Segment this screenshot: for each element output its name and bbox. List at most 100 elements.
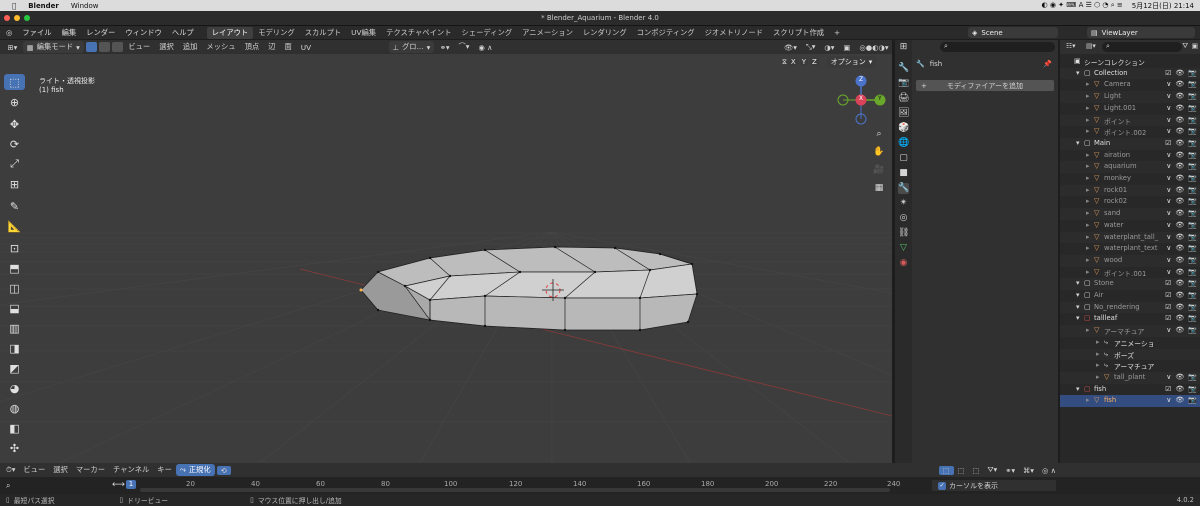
disclosure-triangle-icon[interactable]: ▾: [1076, 279, 1080, 287]
snap-icon[interactable]: ⌘▾: [1019, 466, 1038, 475]
axis-y-toggle[interactable]: Y: [799, 58, 808, 66]
outliner-item-row[interactable]: ▣ シーンコレクション: [1060, 56, 1200, 68]
proportional-icon[interactable]: ◎ ∧: [1038, 466, 1060, 475]
add-workspace-button[interactable]: +: [829, 27, 845, 38]
menu-view[interactable]: ビュー: [125, 42, 154, 52]
tab-shading[interactable]: シェーディング: [457, 27, 518, 39]
tab-layout[interactable]: レイアウト: [206, 26, 254, 39]
tool-tab-icon[interactable]: 🔧: [898, 63, 909, 74]
filter-icon[interactable]: ⛛: [1182, 42, 1188, 51]
disclosure-triangle-icon[interactable]: ▸: [1086, 233, 1090, 241]
timeline-scrollbar[interactable]: [140, 488, 890, 492]
render-tab-icon[interactable]: 📷: [898, 78, 909, 89]
xray-icon[interactable]: ▣: [840, 43, 854, 52]
axis-x-toggle[interactable]: X: [788, 58, 798, 66]
camera-icon[interactable]: 📷: [1188, 244, 1197, 252]
properties-search[interactable]: ⌕: [940, 42, 1055, 52]
cursor-tool[interactable]: ⊕: [4, 94, 25, 110]
outliner-item-row[interactable]: ▸ ▽ ポイント.002 ∨ 👁 📷: [1060, 126, 1200, 138]
camera-icon[interactable]: 📷: [1188, 80, 1197, 88]
filter-funnel-icon[interactable]: ⛛▾: [983, 465, 1001, 475]
disclosure-triangle-icon[interactable]: ▸: [1086, 80, 1090, 88]
gizmo-toggle-icon[interactable]: ⤡▾: [802, 42, 819, 52]
outliner-item-row[interactable]: ▸ ▽ wood ∨ 👁 📷: [1060, 254, 1200, 267]
disclosure-triangle-icon[interactable]: ▸: [1086, 104, 1090, 112]
menu-select[interactable]: 選択: [49, 465, 72, 475]
outliner-collection-row[interactable]: ▾ ▢ Collection ☑ 👁 📷: [1060, 67, 1200, 80]
camera-icon[interactable]: 📷: [1188, 233, 1197, 241]
camera-icon[interactable]: 📷: [1188, 291, 1197, 299]
outliner-collection-row[interactable]: ▾ ▢ fish ☑ 👁 📷: [1060, 384, 1200, 396]
eye-icon[interactable]: 👁: [1175, 139, 1184, 147]
menu-file[interactable]: ファイル: [17, 28, 56, 38]
outliner-item-row[interactable]: ▸ ▽ fish ∨ 👁 📷: [1060, 395, 1200, 407]
filter-icon[interactable]: ∨: [1166, 244, 1171, 252]
exclude-checkbox-icon[interactable]: ☑: [1165, 69, 1171, 77]
outliner-item-row[interactable]: ▸ ▽ monkey ∨ 👁 📷: [1060, 173, 1200, 185]
camera-icon[interactable]: 📷: [1188, 396, 1197, 404]
constraints-tab-icon[interactable]: ⛓: [898, 228, 909, 239]
annotate-tool[interactable]: ✎: [4, 198, 25, 214]
menu-mesh[interactable]: メッシュ: [203, 42, 239, 52]
measure-tool[interactable]: 📐: [4, 218, 25, 234]
filter-icon[interactable]: ∨: [1166, 373, 1171, 381]
outliner-collection-row[interactable]: ▾ ▢ Main ☑ 👁 📷: [1060, 137, 1200, 150]
outliner-item-row[interactable]: ▸ ▽ アーマチュア ∨ 👁 📷: [1060, 325, 1200, 337]
eye-icon[interactable]: 👁: [1175, 221, 1184, 229]
filter-icon[interactable]: ∨: [1166, 209, 1171, 217]
modifier-tab-icon[interactable]: 🔧: [898, 183, 909, 194]
eye-icon[interactable]: 👁: [1175, 303, 1184, 311]
camera-icon[interactable]: 📷: [1188, 314, 1197, 322]
pivot-icon[interactable]: ⚭▾: [1001, 466, 1019, 475]
menu-uv[interactable]: UV: [297, 43, 314, 52]
eye-icon[interactable]: 👁: [1175, 279, 1184, 287]
output-tab-icon[interactable]: 🖨: [898, 93, 909, 104]
eye-icon[interactable]: 👁: [1175, 244, 1184, 252]
rotate-tool[interactable]: ⟳: [4, 136, 25, 152]
camera-icon[interactable]: 📷: [1188, 256, 1197, 264]
mac-window-menu[interactable]: Window: [71, 2, 99, 10]
tab-rendering[interactable]: レンダリング: [578, 27, 632, 39]
eye-icon[interactable]: 👁: [1175, 209, 1184, 217]
pan-hand-icon[interactable]: ✋: [872, 145, 886, 159]
filter-icon[interactable]: ∨: [1166, 127, 1171, 135]
tab-uv-editing[interactable]: UV編集: [346, 27, 381, 39]
object-tab-icon[interactable]: ■: [898, 168, 909, 179]
eye-icon[interactable]: 👁: [1175, 233, 1184, 241]
disclosure-triangle-icon[interactable]: ▸: [1086, 396, 1090, 404]
eye-icon[interactable]: 👁: [1175, 256, 1184, 264]
filter-icon[interactable]: ∨: [1166, 221, 1171, 229]
exclude-checkbox-icon[interactable]: ☑: [1165, 303, 1171, 311]
normalize-toggle[interactable]: ⤳ 正規化: [175, 464, 215, 476]
eye-icon[interactable]: 👁: [1175, 186, 1184, 194]
world-tab-icon[interactable]: 🌐: [898, 138, 909, 149]
menu-window[interactable]: ウィンドウ: [120, 28, 166, 38]
tab-modeling[interactable]: モデリング: [253, 27, 299, 39]
eye-icon[interactable]: 👁: [1175, 291, 1184, 299]
outliner-item-row[interactable]: ▸ ▽ Light ∨ 👁 📷: [1060, 91, 1200, 103]
exclude-checkbox-icon[interactable]: ☑: [1165, 385, 1171, 393]
edge-select-button[interactable]: [98, 42, 110, 52]
camera-icon[interactable]: 📷: [1188, 326, 1197, 334]
scene-tab-icon[interactable]: 🎲: [898, 123, 909, 134]
menu-add[interactable]: 追加: [179, 42, 201, 52]
disclosure-triangle-icon[interactable]: ▸: [1086, 174, 1090, 182]
menu-edge[interactable]: 辺: [265, 42, 279, 52]
eye-icon[interactable]: 👁: [1175, 69, 1184, 77]
disclosure-triangle-icon[interactable]: ▸: [1086, 162, 1090, 170]
filter-icon[interactable]: ∨: [1166, 233, 1171, 241]
material-tab-icon[interactable]: ◉: [898, 258, 909, 269]
camera-icon[interactable]: 📷: [1188, 268, 1197, 276]
editor-type-icon[interactable]: ☷▾: [1066, 42, 1076, 50]
shrink-tool[interactable]: ✣: [4, 440, 25, 456]
camera-icon[interactable]: 📷: [1188, 197, 1197, 205]
outliner-item-row[interactable]: ▸ ▽ water ∨ 👁 📷: [1060, 220, 1200, 232]
menu-render[interactable]: レンダー: [81, 28, 120, 38]
disclosure-triangle-icon[interactable]: ▸: [1086, 326, 1090, 334]
zoom-icon[interactable]: ⌕: [872, 127, 886, 141]
disclosure-triangle-icon[interactable]: ▸: [1086, 268, 1090, 276]
menu-key[interactable]: キー: [153, 465, 176, 475]
mac-app-menu[interactable]: Blender: [28, 2, 59, 10]
exclude-checkbox-icon[interactable]: ☑: [1165, 139, 1171, 147]
exclude-checkbox-icon[interactable]: ☑: [1165, 314, 1171, 322]
